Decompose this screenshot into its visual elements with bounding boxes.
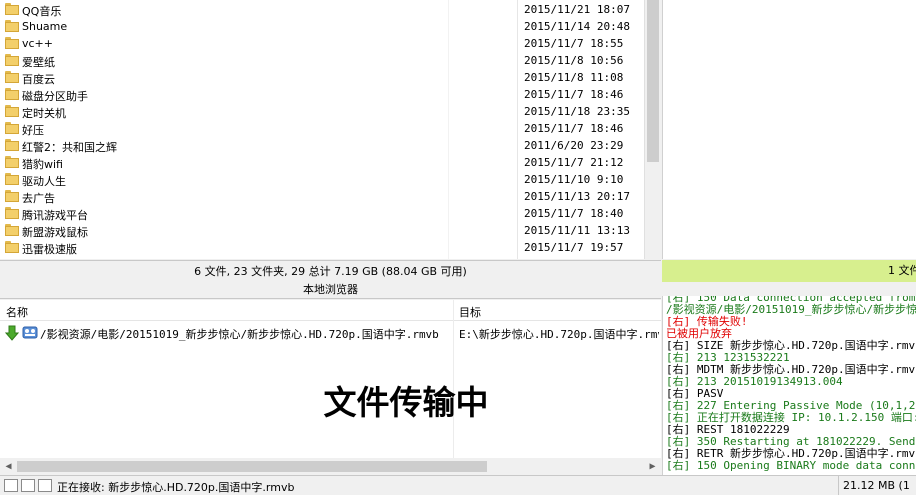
remote-file-pane[interactable]: [662, 0, 916, 259]
local-file-list[interactable]: QQ音乐 2015/11/21 18:07 Shuame 2015/11/14 20:…: [0, 0, 644, 259]
folder-icon: [5, 54, 19, 66]
file-date: 2015/11/10 9:10: [524, 173, 624, 186]
file-date: 2015/11/11 13:13: [524, 224, 630, 237]
file-row[interactable]: vc++ 2015/11/7 18:55: [0, 35, 644, 52]
folder-icon: [5, 224, 19, 236]
scroll-right-icon[interactable]: ▶: [644, 458, 661, 475]
browser-label-text: 本地浏览器: [303, 283, 358, 296]
folder-icon: [5, 37, 19, 49]
file-name: 去广告: [22, 192, 55, 205]
folder-icon: [5, 173, 19, 185]
file-row[interactable]: 好压 2015/11/7 18:46: [0, 120, 644, 137]
queue-horizontal-scrollbar[interactable]: ◀ ▶: [0, 458, 661, 475]
local-browser-label: 本地浏览器: [0, 282, 661, 299]
scrollbar-thumb[interactable]: [17, 461, 487, 472]
file-row[interactable]: 定时关机 2015/11/18 23:35: [0, 103, 644, 120]
file-name: QQ音乐: [22, 5, 62, 18]
remote-summary-text: 1 文件: [888, 264, 916, 277]
ftp-log-pane[interactable]: [右] 150 Data connection accepted from/影视…: [662, 296, 916, 475]
file-date: 2015/11/8 11:08: [524, 71, 624, 84]
queue-row[interactable]: /影视资源/电影/20151019_新步步惊心/新步步惊心.HD.720p.国语…: [0, 323, 661, 343]
file-date: 2015/11/13 20:17: [524, 190, 630, 203]
panel-toggle-icon[interactable]: [4, 479, 18, 492]
scroll-left-icon[interactable]: ◀: [0, 458, 17, 475]
file-row[interactable]: 磁盘分区助手 2015/11/7 18:46: [0, 86, 644, 103]
file-row[interactable]: 驱动人生 2015/11/10 9:10: [0, 171, 644, 188]
file-name: 红警2：共和国之辉: [22, 141, 117, 154]
file-row[interactable]: 迅雷极速版 2015/11/7 19:57: [0, 239, 644, 256]
file-row[interactable]: 猎豹wifi 2015/11/7 21:12: [0, 154, 644, 171]
transfer-queue[interactable]: 名称 目标 /影视资源/电影/20151019_新步步惊心/新步步惊心.HD.7…: [0, 300, 661, 458]
file-date: 2015/11/7 21:12: [524, 156, 624, 169]
file-name: 百度云: [22, 73, 55, 86]
file-name: 腾讯游戏平台: [22, 209, 88, 222]
file-name: 驱动人生: [22, 175, 66, 188]
file-name: 猎豹wifi: [22, 158, 63, 171]
folder-icon: [5, 241, 19, 253]
file-name: 迅雷极速版: [22, 243, 77, 256]
file-date: 2015/11/7 18:46: [524, 122, 624, 135]
log-line: [右] 150 Opening BINARY mode data connect…: [666, 459, 916, 472]
file-date: 2011/6/20 23:29: [524, 139, 624, 152]
file-row[interactable]: 新盟游戏鼠标 2015/11/11 13:13: [0, 222, 644, 239]
file-row[interactable]: QQ音乐 2015/11/21 18:07: [0, 1, 644, 18]
folder-icon: [5, 3, 19, 15]
file-name: 磁盘分区助手: [22, 90, 88, 103]
scrollbar-thumb[interactable]: [647, 0, 659, 162]
file-name: 爱壁纸: [22, 56, 55, 69]
transfer-speed: 21.12 MB (1: [838, 476, 916, 495]
folder-icon: [5, 190, 19, 202]
receiving-status-text: 正在接收: 新步步惊心.HD.720p.国语中字.rmvb: [57, 481, 295, 494]
queue-header: 名称 目标: [0, 300, 661, 321]
column-header-target[interactable]: 目标: [459, 304, 481, 320]
file-date: 2015/11/21 18:07: [524, 3, 630, 16]
file-date: 2015/11/7 18:55: [524, 37, 624, 50]
file-row[interactable]: 红警2：共和国之辉 2011/6/20 23:29: [0, 137, 644, 154]
window-icon[interactable]: [21, 479, 35, 492]
file-name: 定时关机: [22, 107, 66, 120]
file-date: 2015/11/14 20:48: [524, 20, 630, 33]
folder-icon: [5, 88, 19, 100]
file-row[interactable]: 百度云 2015/11/8 11:08: [0, 69, 644, 86]
local-status-bar: 6 文件, 23 文件夹, 29 总计 7.19 GB (88.04 GB 可用…: [0, 260, 661, 282]
file-date: 2015/11/7 18:40: [524, 207, 624, 220]
file-name: 新盟游戏鼠标: [22, 226, 88, 239]
folder-icon: [5, 207, 19, 219]
file-list-vertical-scrollbar[interactable]: [644, 0, 661, 259]
remote-status-bar: 1 文件: [662, 260, 916, 282]
file-row[interactable]: 去广告 2015/11/13 20:17: [0, 188, 644, 205]
file-row[interactable]: 腾讯游戏平台 2015/11/7 18:40: [0, 205, 644, 222]
folder-icon: [5, 156, 19, 168]
local-summary-text: 6 文件, 23 文件夹, 29 总计 7.19 GB (88.04 GB 可用…: [194, 265, 467, 278]
folder-icon: [5, 122, 19, 134]
file-date: 2015/11/7 18:46: [524, 88, 624, 101]
column-header-name[interactable]: 名称: [6, 304, 28, 320]
media-file-icon: [22, 326, 38, 339]
screen-icon[interactable]: [38, 479, 52, 492]
queue-source-path: /影视资源/电影/20151019_新步步惊心/新步步惊心.HD.720p.国语…: [40, 328, 439, 341]
queue-target-path: E:\新步步惊心.HD.720p.国语中字.rmvb: [459, 328, 659, 341]
file-date: 2015/11/8 10:56: [524, 54, 624, 67]
file-row[interactable]: Shuame 2015/11/14 20:48: [0, 18, 644, 35]
file-name: vc++: [22, 37, 53, 50]
file-date: 2015/11/18 23:35: [524, 105, 630, 118]
file-date: 2015/11/7 19:57: [524, 241, 624, 254]
folder-icon: [5, 71, 19, 83]
folder-icon: [5, 105, 19, 117]
download-arrow-icon: [5, 325, 19, 341]
file-row[interactable]: 爱壁纸 2015/11/8 10:56: [0, 52, 644, 69]
file-name: Shuame: [22, 20, 68, 33]
file-name: 好压: [22, 124, 44, 137]
bottom-status-bar: 正在接收: 新步步惊心.HD.720p.国语中字.rmvb 21.12 MB (…: [0, 475, 916, 495]
folder-icon: [5, 20, 19, 32]
folder-icon: [5, 139, 19, 151]
